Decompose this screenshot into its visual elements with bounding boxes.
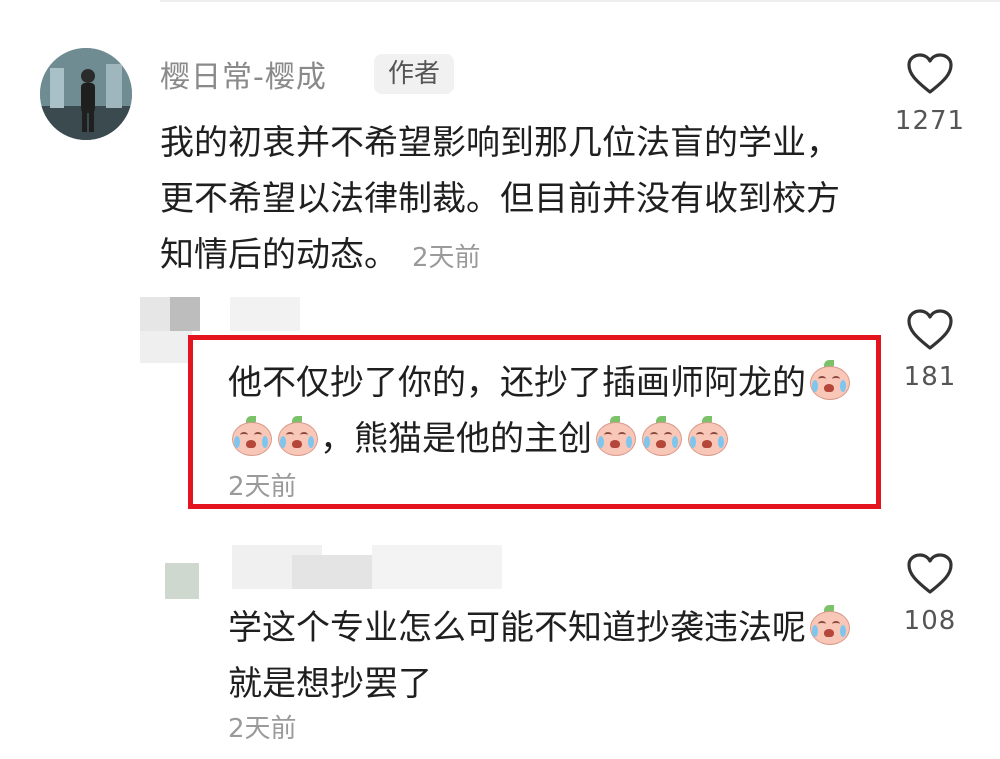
heart-outline-icon (907, 553, 953, 594)
comment-text-body: 我的初衷并不希望影响到那几位法盲的学业，更不希望以法律制裁。但目前并没有收到校方… (160, 123, 840, 275)
comment-time: 2天前 (412, 243, 481, 273)
crying-emoji-icon (276, 416, 318, 456)
reply-text-part1: 学这个专业怎么可能不知道抄袭违法呢 (228, 608, 806, 648)
crying-emoji-icon (230, 416, 272, 456)
reply-text: 学这个专业怎么可能不知道抄袭违法呢 就是想抄罢了 (228, 600, 868, 712)
avatar[interactable] (40, 48, 132, 140)
reply-text: 他不仅抄了你的，还抄了插画师阿龙的 ，熊猫是他的主创 (228, 355, 868, 467)
like-button[interactable]: 181 (885, 308, 975, 392)
reply-time: 2天前 (228, 472, 297, 502)
author-badge: 作者 (374, 54, 455, 94)
crying-emoji-icon (594, 416, 636, 456)
author-name[interactable]: 樱日常-樱成 (160, 52, 327, 96)
like-button[interactable]: 1271 (885, 52, 975, 136)
comment-text: 我的初衷并不希望影响到那几位法盲的学业，更不希望以法律制裁。但目前并没有收到校方… (160, 115, 860, 286)
heart-outline-icon (907, 309, 953, 350)
reply-text-part2: 就是想抄罢了 (228, 664, 432, 704)
crying-emoji-icon (808, 360, 850, 400)
heart-outline-icon (907, 53, 953, 94)
crying-emoji-icon (640, 416, 682, 456)
reply-time: 2天前 (228, 714, 297, 744)
like-count: 108 (903, 606, 957, 636)
reply-text-part2: ，熊猫是他的主创 (320, 419, 592, 459)
crying-emoji-icon (686, 416, 728, 456)
top-divider (160, 0, 1000, 10)
reply-text-part1: 他不仅抄了你的，还抄了插画师阿龙的 (228, 363, 806, 403)
like-button[interactable]: 108 (885, 552, 975, 636)
like-count: 181 (903, 362, 957, 392)
like-count: 1271 (894, 106, 966, 136)
crying-emoji-icon (808, 605, 850, 645)
avatar-photo (40, 48, 132, 140)
